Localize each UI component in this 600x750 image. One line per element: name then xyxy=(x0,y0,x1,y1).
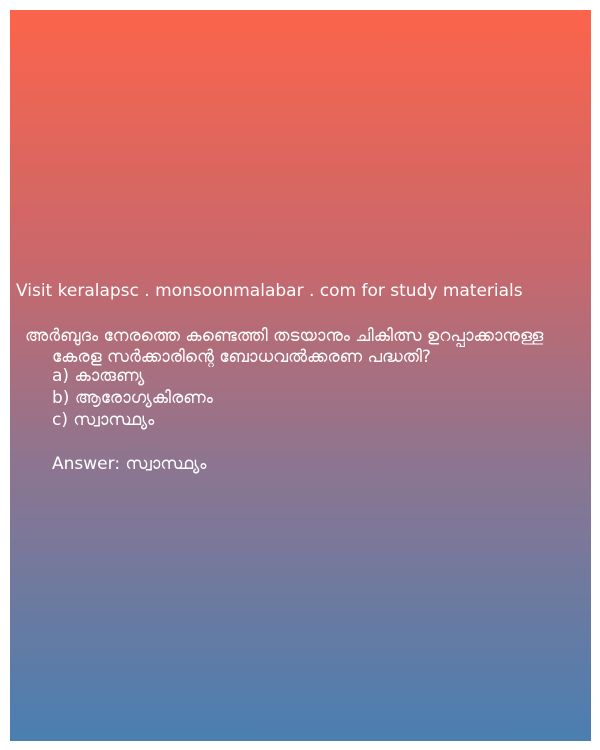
option-a: a) കാരുണ്യ xyxy=(52,366,145,386)
option-b: b) ആരോഗ്യകിരണം xyxy=(52,388,213,408)
answer-text: Answer: സ്വാസ്ഥ്യം xyxy=(52,454,207,474)
option-c: c) സ്വാസ്ഥ്യം xyxy=(52,410,155,430)
question-card: Visit keralapsc . monsoonmalabar . com f… xyxy=(10,10,591,741)
options-list: a) കാരുണ്യ b) ആരോഗ്യകിരണം c) സ്വാസ്ഥ്യം xyxy=(52,365,213,431)
promo-text: Visit keralapsc . monsoonmalabar . com f… xyxy=(16,281,523,301)
question-text: അർബുദം നേരത്തെ കണ്ടെത്തി തടയാനും ചികിത്സ… xyxy=(25,326,544,367)
